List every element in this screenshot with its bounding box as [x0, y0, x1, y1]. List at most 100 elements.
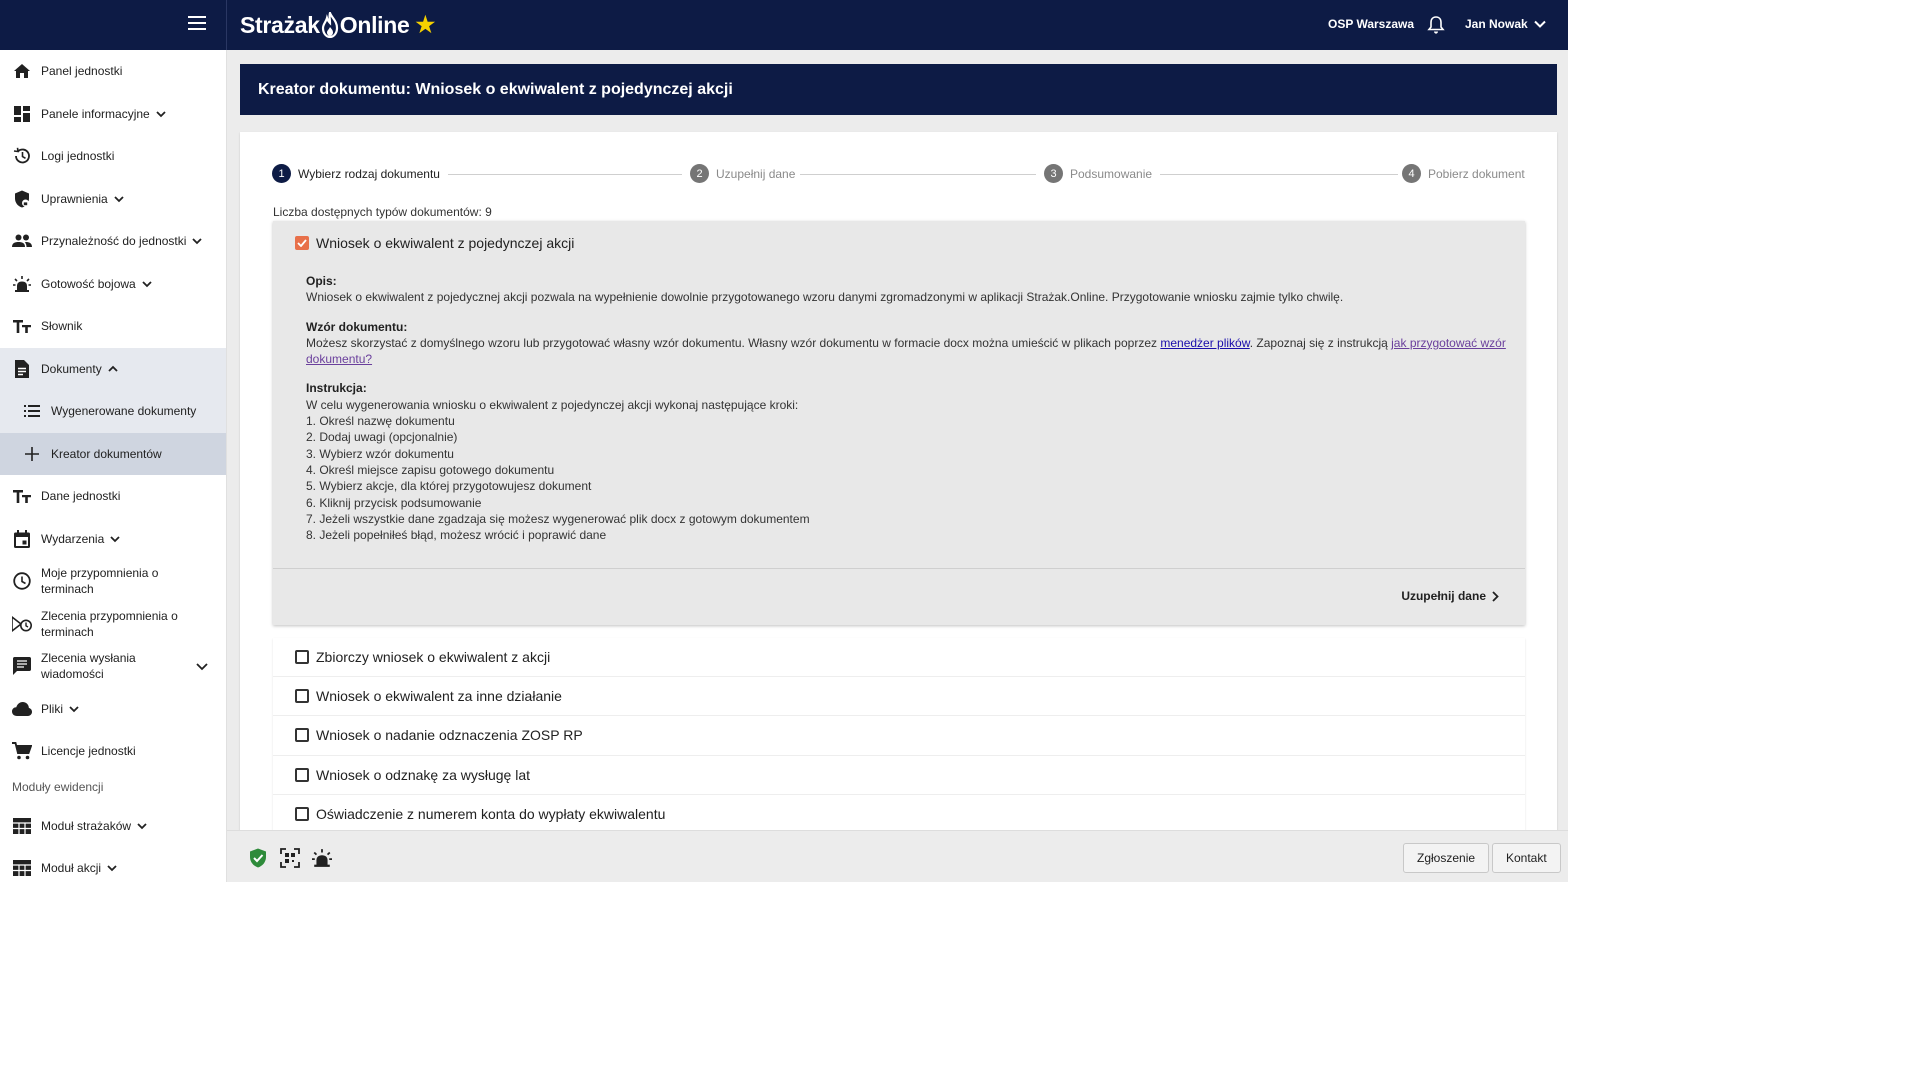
- list-item[interactable]: Wniosek o odznakę za wysługę lat: [273, 756, 1525, 795]
- sidebar-item-label: Moduł strażaków: [41, 818, 132, 833]
- user-menu[interactable]: Jan Nowak: [1465, 17, 1546, 31]
- checkbox-unchecked[interactable]: [295, 767, 309, 782]
- app-logo[interactable]: Strażak Online ★: [240, 8, 435, 42]
- doc-option-label: Wniosek o ekwiwalent za inne działanie: [316, 688, 562, 705]
- step-1[interactable]: 1 Wybierz rodzaj dokumentu: [272, 164, 440, 183]
- people-icon: [12, 231, 32, 251]
- stepper: 1 Wybierz rodzaj dokumentu 2 Uzupełnij d…: [272, 164, 1526, 186]
- sidebar-item-dane-jednostki[interactable]: Dane jednostki: [0, 475, 226, 518]
- checkbox-unchecked[interactable]: [295, 806, 309, 821]
- shield-check-icon[interactable]: [248, 848, 268, 868]
- list-item[interactable]: Oświadczenie z numerem konta do wypłaty …: [273, 795, 1525, 830]
- instr-step: 1. Określ nazwę dokumentu: [306, 414, 455, 429]
- doc-option-label: Oświadczenie z numerem konta do wypłaty …: [316, 805, 666, 822]
- step-label: Wybierz rodzaj dokumentu: [298, 166, 440, 181]
- menu-icon[interactable]: [188, 16, 206, 30]
- sidebar-item-label: Logi jednostki: [41, 149, 115, 164]
- main-content: Kreator dokumentu: Wniosek o ekwiwalent …: [227, 50, 1568, 830]
- chevron-down-icon: [69, 706, 79, 713]
- sidebar-item-przynaleznosc[interactable]: Przynależność do jednostki: [0, 220, 226, 263]
- user-name: Jan Nowak: [1465, 17, 1528, 31]
- sidebar-item-label: Licencje jednostki: [41, 744, 136, 759]
- sidebar-item-slownik[interactable]: Słownik: [0, 305, 226, 348]
- sidebar-item-zlecenia-wyslania[interactable]: Zlecenia wysłania wiadomości: [0, 645, 226, 688]
- checkbox-unchecked[interactable]: [295, 728, 309, 743]
- list-item[interactable]: Wniosek o ekwiwalent za inne działanie: [273, 677, 1525, 717]
- history-icon: [12, 146, 32, 166]
- dashboard-icon: [12, 104, 32, 124]
- file-manager-link[interactable]: menedżer plików: [1160, 336, 1249, 350]
- chevron-down-icon: [137, 823, 147, 830]
- sidebar-item-label: Gotowość bojowa: [41, 276, 136, 291]
- chevron-down-icon: [107, 865, 117, 872]
- sidebar-item-label: Moduł akcji: [41, 861, 102, 876]
- creator-card: 1 Wybierz rodzaj dokumentu 2 Uzupełnij d…: [240, 132, 1557, 830]
- step-label: Pobierz dokument: [1428, 166, 1525, 181]
- bell-icon[interactable]: [1427, 15, 1445, 35]
- top-bar: Strażak Online ★ OSP Warszawa Jan Nowak: [0, 0, 1568, 50]
- qr-code-icon[interactable]: [280, 848, 300, 868]
- sidebar-item-wydarzenia[interactable]: Wydarzenia: [0, 518, 226, 561]
- sidebar-item-kreator-dokumentow[interactable]: Kreator dokumentów: [0, 432, 226, 475]
- chevron-down-icon: [114, 196, 124, 203]
- chevron-up-icon: [108, 365, 118, 372]
- contact-button[interactable]: Kontakt: [1492, 843, 1561, 873]
- sidebar-item-gotowosc-bojowa[interactable]: Gotowość bojowa: [0, 263, 226, 306]
- opis-text: Wniosek o ekwiwalent z pojedycznej akcji…: [306, 290, 1344, 305]
- next-step-label: Uzupełnij dane: [1401, 589, 1486, 603]
- doc-option-label: Wniosek o ekwiwalent z pojedynczej akcji: [316, 235, 575, 251]
- checkbox-unchecked[interactable]: [295, 650, 309, 665]
- doc-option-selected[interactable]: Wniosek o ekwiwalent z pojedynczej akcji: [295, 235, 574, 251]
- next-step-button[interactable]: Uzupełnij dane: [1401, 589, 1499, 603]
- table-icon: [12, 816, 32, 836]
- sidebar-item-label: Panel jednostki: [41, 64, 123, 79]
- doc-option-label: Wniosek o nadanie odznaczenia ZOSP RP: [316, 727, 583, 744]
- unit-name[interactable]: OSP Warszawa: [1328, 17, 1414, 31]
- sidebar-item-panel-jednostki[interactable]: Panel jednostki: [0, 50, 226, 93]
- logo-text-left: Strażak: [240, 11, 320, 38]
- shield-lock-icon: [12, 189, 32, 209]
- sidebar-item-wygenerowane-dokumenty[interactable]: Wygenerowane dokumenty: [0, 390, 226, 433]
- list-item[interactable]: Wniosek o nadanie odznaczenia ZOSP RP: [273, 716, 1525, 756]
- sidebar-item-zlecenia-przypomnienia[interactable]: Zlecenia przypomnienia o terminach: [0, 603, 226, 646]
- table-icon: [12, 858, 32, 878]
- sidebar-item-moje-przypomnienia[interactable]: Moje przypomnienia o terminach: [0, 560, 226, 603]
- sidebar-item-label: Uprawnienia: [41, 191, 108, 206]
- sidebar-item-uprawnienia[interactable]: Uprawnienia: [0, 178, 226, 221]
- step-connector: [448, 174, 682, 175]
- step-number: 4: [1402, 164, 1421, 183]
- text-icon: [12, 316, 32, 336]
- alarm-light-icon[interactable]: [312, 848, 332, 868]
- page-title: Kreator dokumentu: Wniosek o ekwiwalent …: [240, 64, 1557, 115]
- step-2[interactable]: 2 Uzupełnij dane: [690, 164, 795, 183]
- step-4[interactable]: 4 Pobierz dokument: [1402, 164, 1525, 183]
- sidebar-item-pliki[interactable]: Pliki: [0, 688, 226, 731]
- step-3[interactable]: 3 Podsumowanie: [1044, 164, 1152, 183]
- sidebar-item-modul-strazakow[interactable]: Moduł strażaków: [0, 805, 226, 848]
- list-item[interactable]: Zbiorczy wniosek o ekwiwalent z akcji: [273, 638, 1525, 678]
- checkbox-checked[interactable]: [295, 236, 309, 250]
- chevron-down-icon: [192, 238, 203, 245]
- chevron-down-icon: [1533, 20, 1546, 28]
- sidebar-item-panele-informacyjne[interactable]: Panele informacyjne: [0, 93, 226, 136]
- instr-step: 8. Jeżeli popełniłeś błąd, możesz wrócić…: [306, 528, 607, 543]
- sidebar-item-modul-akcji[interactable]: Moduł akcji: [0, 847, 226, 882]
- sidebar-item-label: Dokumenty: [41, 361, 102, 376]
- wzor-text-2: . Zapoznaj się z instrukcją: [1249, 335, 1392, 350]
- sidebar-item-logi-jednostki[interactable]: Logi jednostki: [0, 135, 226, 178]
- checkbox-unchecked[interactable]: [295, 689, 309, 704]
- sidebar: Panel jednostki Panele informacyjne Logi…: [0, 50, 227, 882]
- chevron-down-icon: [110, 536, 120, 543]
- logo-text-right: Online: [339, 11, 410, 38]
- doc-count: Liczba dostępnych typów dokumentów: 9: [273, 205, 492, 219]
- sidebar-item-licencje[interactable]: Licencje jednostki: [0, 730, 226, 773]
- sidebar-item-label: Przynależność do jednostki: [41, 234, 187, 249]
- text-icon: [12, 486, 32, 506]
- report-button[interactable]: Zgłoszenie: [1403, 843, 1490, 873]
- instr-intro: W celu wygenerowania wniosku o ekwiwalen…: [306, 397, 799, 412]
- instr-step: 7. Jeżeli wszystkie dane zgadzaja się mo…: [306, 511, 810, 526]
- instr-step: 4. Określ miejsce zapisu gotowego dokume…: [306, 462, 555, 477]
- check-icon: [297, 239, 307, 247]
- sidebar-item-label: Zlecenia przypomnienia o terminach: [41, 608, 178, 639]
- sidebar-item-dokumenty[interactable]: Dokumenty: [0, 347, 226, 390]
